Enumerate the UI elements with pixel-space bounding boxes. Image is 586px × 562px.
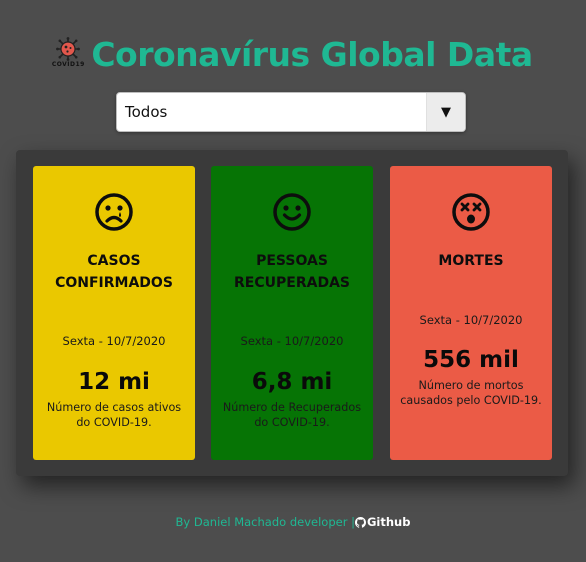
card-desc-line1: Número de Recuperados — [222, 401, 362, 414]
page-header: COVID19 Coronavírus Global Data — [0, 30, 586, 78]
card-desc-line2: do COVID-19. — [76, 416, 152, 429]
sad-face-icon — [95, 193, 133, 231]
github-icon — [354, 517, 366, 528]
card-date: Sexta - 10/7/2020 — [419, 313, 523, 327]
card-value: 12 mi — [78, 369, 150, 395]
stats-panel: CASOS CONFIRMADOS Sexta - 10/7/2020 12 m… — [16, 150, 568, 476]
card-label-line1: PESSOAS — [256, 253, 328, 269]
page-title: Coronavírus Global Data — [91, 34, 533, 74]
card-label: MORTES — [438, 253, 504, 269]
smile-face-icon — [273, 193, 311, 231]
virus-icon — [56, 37, 81, 61]
covid-logo: COVID19 — [51, 37, 85, 71]
card-desc-line1: Número de mortos — [418, 379, 524, 392]
card-date: Sexta - 10/7/2020 — [240, 334, 344, 348]
footer-credit: By Daniel Machado developer — [175, 515, 348, 529]
card-desc-line2: causados pelo COVID-19. — [400, 394, 542, 407]
card-deaths: MORTES Sexta - 10/7/2020 556 mil Número … — [390, 166, 552, 460]
dead-face-icon — [452, 193, 490, 231]
card-value: 556 mil — [423, 347, 519, 373]
card-label-line2: RECUPERADAS — [234, 275, 350, 291]
card-desc-line2: do COVID-19. — [254, 416, 330, 429]
dropdown-arrow-icon[interactable]: ▼ — [426, 93, 465, 131]
card-value: 6,8 mi — [251, 369, 333, 395]
select-value: Todos — [125, 103, 168, 121]
github-label: Github — [366, 515, 411, 529]
card-desc-line1: Número de casos ativos — [46, 401, 182, 414]
card-label-line1: CASOS — [87, 253, 141, 269]
card-recovered: PESSOAS RECUPERADAS Sexta - 10/7/2020 6,… — [211, 166, 373, 460]
logo-text: COVID19 — [51, 61, 85, 68]
card-label-line2: CONFIRMADOS — [55, 275, 173, 291]
card-date: Sexta - 10/7/2020 — [62, 334, 166, 348]
country-select[interactable]: Todos ▼ — [116, 92, 466, 132]
github-link[interactable]: Github — [354, 515, 411, 529]
card-confirmed: CASOS CONFIRMADOS Sexta - 10/7/2020 12 m… — [33, 166, 195, 460]
footer: By Daniel Machado developer | Github — [0, 515, 586, 529]
